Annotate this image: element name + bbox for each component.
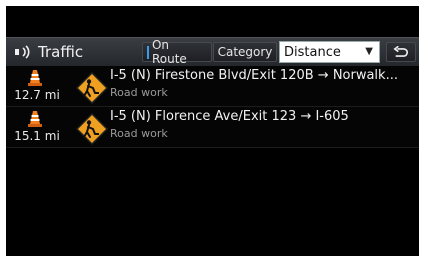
incident-distance: 15.1 mi — [14, 129, 60, 143]
incident-type: Road work — [110, 127, 168, 140]
incident-description: I-5 (N) Firestone Blvd/Exit 120B → Norwa… — [110, 68, 398, 83]
incident-distance: 12.7 mi — [14, 88, 60, 102]
list-item[interactable]: 12.7 mi I-5 (N) Firestone Blvd/Exit 120B… — [6, 66, 419, 107]
back-arrow-icon — [393, 45, 409, 57]
road-work-icon — [76, 113, 108, 145]
back-button[interactable] — [386, 42, 416, 62]
on-route-label: On Route — [151, 38, 187, 66]
page-title: Traffic — [14, 38, 83, 66]
road-work-icon — [76, 72, 108, 104]
traffic-screen: Traffic On Route Category Distance ▼ 12.… — [6, 6, 419, 256]
incident-description: I-5 (N) Florence Ave/Exit 123 → I-605 — [110, 109, 349, 124]
header-bar: Traffic On Route Category Distance ▼ — [6, 37, 419, 67]
dropdown-arrow-icon: ▼ — [365, 46, 373, 57]
on-route-indicator — [147, 45, 149, 59]
on-route-button[interactable]: On Route — [142, 38, 212, 66]
traffic-cone-icon — [28, 111, 42, 127]
sort-selected-value: Distance — [284, 44, 341, 60]
category-button[interactable]: Category — [213, 42, 277, 62]
title-text: Traffic — [38, 43, 84, 61]
category-label: Category — [217, 45, 273, 59]
list-item[interactable]: 15.1 mi I-5 (N) Florence Ave/Exit 123 → … — [6, 107, 419, 148]
traffic-cone-icon — [28, 70, 42, 86]
traffic-radio-icon — [15, 45, 30, 59]
sort-dropdown[interactable]: Distance ▼ — [279, 41, 380, 63]
incident-type: Road work — [110, 86, 168, 99]
